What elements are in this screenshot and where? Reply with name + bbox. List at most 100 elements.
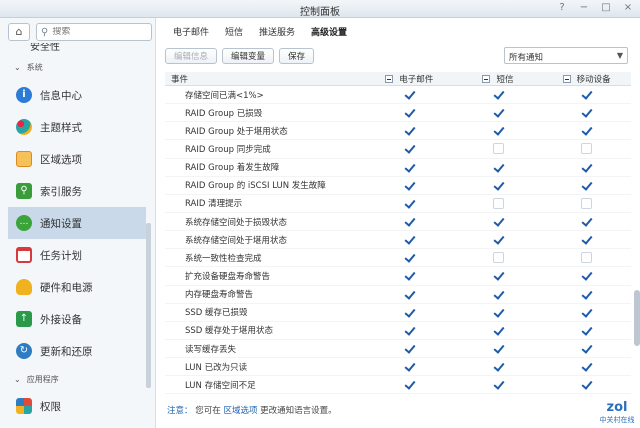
tab-email[interactable]: 电子邮件 [165,22,217,43]
sms-checkbox[interactable] [493,89,504,100]
column-header-email[interactable]: 电子邮件 [365,72,454,85]
table-row[interactable]: SSD 缓存处于堪用状态 [165,322,631,340]
table-row[interactable]: 系统一致性检查完成 [165,249,631,268]
select-all-mobile-checkbox[interactable] [562,75,571,83]
mobile-checkbox[interactable] [581,143,593,155]
sms-checkbox[interactable] [493,107,504,118]
maximize-icon[interactable]: □ [600,2,612,14]
email-checkbox[interactable] [404,89,415,100]
sidebar-item-task-scheduler[interactable]: 任务计划 [8,239,146,271]
sidebar-item-info-center[interactable]: i 信息中心 [8,79,146,111]
sidebar-item-hardware-power[interactable]: 硬件和电源 [8,271,146,303]
column-header-mobile[interactable]: 移动设备 [542,72,631,85]
table-row[interactable]: 存储空间已满<1%> [165,86,631,105]
mobile-checkbox[interactable] [581,180,592,191]
tab-advanced[interactable]: 高级设置 [303,22,355,43]
save-button[interactable]: 保存 [279,48,315,64]
table-row[interactable]: RAID 清理提示 [165,195,631,213]
sidebar-item-external-devices[interactable]: ↑ 外接设备 [8,303,146,335]
sms-checkbox[interactable] [492,143,504,155]
sms-checkbox[interactable] [493,180,504,191]
mobile-checkbox[interactable] [581,197,593,209]
sms-checkbox[interactable] [492,197,504,209]
mobile-checkbox[interactable] [581,162,592,173]
mobile-checkbox[interactable] [581,216,592,227]
email-checkbox[interactable] [404,343,415,354]
select-all-email-checkbox[interactable] [385,75,394,83]
search-box[interactable]: ⚲ [36,23,152,41]
table-row[interactable]: 系统存储空间处于损毁状态 [165,213,631,232]
sms-checkbox[interactable] [493,379,504,390]
sms-checkbox[interactable] [493,216,504,227]
email-checkbox[interactable] [404,325,415,336]
table-scrollbar[interactable] [634,290,640,346]
mobile-checkbox[interactable] [581,289,592,300]
email-checkbox[interactable] [404,198,415,209]
sms-checkbox[interactable] [493,162,504,173]
sms-checkbox[interactable] [493,289,504,300]
group-header-applications[interactable]: ⌄ 应用程序 [14,374,59,385]
sms-checkbox[interactable] [493,270,504,281]
email-checkbox[interactable] [404,270,415,281]
table-row[interactable]: RAID Group 同步完成 [165,140,631,159]
help-icon[interactable]: ? [556,2,568,14]
edit-variables-button[interactable]: 编辑变量 [222,48,275,64]
table-row[interactable]: 内存硬盘寿命警告 [165,286,631,304]
group-header-system[interactable]: ⌄ 系统 [14,62,43,73]
mobile-checkbox[interactable] [581,270,592,281]
sms-checkbox[interactable] [493,307,504,318]
email-checkbox[interactable] [404,252,415,263]
sidebar-item-update-restore[interactable]: ↻ 更新和还原 [8,335,146,367]
region-options-link[interactable]: 区域选项 [223,406,257,416]
mobile-checkbox[interactable] [581,325,592,336]
notification-filter-select[interactable]: 所有通知 ▼ [504,47,628,64]
edit-info-button[interactable]: 编辑信息 [165,48,218,64]
table-row[interactable]: RAID Group 处于堪用状态 [165,122,631,141]
mobile-checkbox[interactable] [581,343,592,354]
table-row[interactable]: LUN 存储空间不足 [165,376,631,394]
sidebar-scrollbar[interactable] [146,223,151,388]
email-checkbox[interactable] [404,361,415,372]
sidebar-item-theme[interactable]: 主题样式 [8,111,146,143]
sms-checkbox[interactable] [493,325,504,336]
mobile-checkbox[interactable] [581,107,592,118]
email-checkbox[interactable] [404,307,415,318]
table-row[interactable]: 读写缓存丢失 [165,340,631,359]
email-checkbox[interactable] [404,379,415,390]
table-row[interactable]: RAID Group 的 iSCSI LUN 发生故障 [165,177,631,195]
table-row[interactable]: RAID Group 着发生故障 [165,159,631,177]
tab-push-service[interactable]: 推送服务 [251,22,303,43]
column-header-event[interactable]: 事件 [165,72,365,85]
sidebar-item-notifications[interactable]: … 通知设置 [8,207,146,239]
email-checkbox[interactable] [404,125,415,136]
mobile-checkbox[interactable] [581,307,592,318]
search-input[interactable] [52,27,133,37]
sidebar-item-index[interactable]: ⚲ 索引服务 [8,175,146,207]
table-row[interactable]: 扩充设备硬盘寿命警告 [165,267,631,286]
email-checkbox[interactable] [404,234,415,245]
sidebar-item-privileges[interactable]: 权限 [8,390,146,422]
mobile-checkbox[interactable] [581,252,593,264]
email-checkbox[interactable] [404,216,415,227]
select-all-sms-checkbox[interactable] [482,75,491,83]
sms-checkbox[interactable] [493,125,504,136]
email-checkbox[interactable] [404,289,415,300]
mobile-checkbox[interactable] [581,89,592,100]
sms-checkbox[interactable] [493,234,504,245]
mobile-checkbox[interactable] [581,234,592,245]
table-row[interactable]: LUN 已改为只读 [165,358,631,377]
mobile-checkbox[interactable] [581,125,592,136]
table-row[interactable]: SSD 缓存已损毁 [165,304,631,322]
table-row[interactable]: 系统存储空间处于堪用状态 [165,231,631,250]
email-checkbox[interactable] [404,107,415,118]
mobile-checkbox[interactable] [581,379,592,390]
mobile-checkbox[interactable] [581,361,592,372]
table-row[interactable]: RAID Group 已损毁 [165,104,631,123]
column-header-sms[interactable]: 短信 [454,72,543,85]
home-button[interactable]: ⌂ [8,23,30,41]
email-checkbox[interactable] [404,162,415,173]
sms-checkbox[interactable] [492,252,504,264]
sms-checkbox[interactable] [493,361,504,372]
minimize-icon[interactable]: − [578,2,590,14]
sms-checkbox[interactable] [493,343,504,354]
